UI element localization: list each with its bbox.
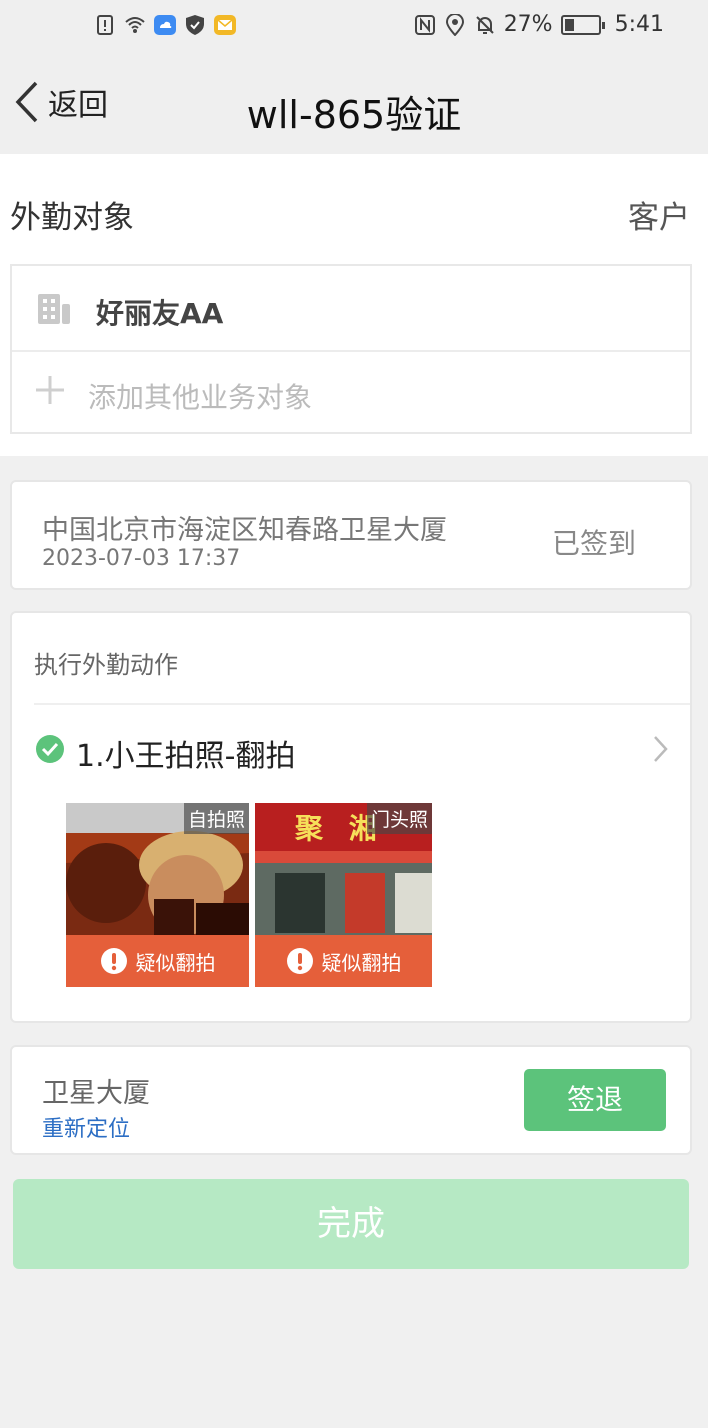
- nfc-icon: [414, 14, 435, 35]
- field-object-section: 外勤对象 客户 好丽友AA 添加其他业务对象: [0, 154, 708, 456]
- shield-icon: [186, 15, 204, 35]
- alert-icon: [100, 948, 127, 974]
- page-title: wll-865验证: [246, 93, 462, 137]
- alert-icon: [286, 948, 313, 974]
- customer-row[interactable]: 好丽友AA: [12, 266, 690, 352]
- warning-text: 疑似翻拍: [321, 950, 402, 975]
- status-bar: 27% 5:41: [0, 0, 708, 56]
- battery-level-fill: [564, 18, 574, 31]
- add-object-row[interactable]: 添加其他业务对象: [12, 352, 690, 434]
- object-type: 客户: [628, 200, 690, 236]
- checkin-time: 2023-07-03 17:37: [42, 546, 241, 571]
- relocate-link[interactable]: 重新定位: [42, 1111, 130, 1143]
- actions-header: 执行外勤动作: [34, 651, 178, 679]
- check-circle-icon: [36, 735, 64, 763]
- add-object-placeholder: 添加其他业务对象: [88, 381, 313, 414]
- signout-card: 卫星大厦 重新定位 签退: [10, 1045, 692, 1155]
- selfie-photo[interactable]: 自拍照 疑似翻拍: [66, 803, 249, 987]
- building-icon: [38, 294, 70, 324]
- signout-button[interactable]: 签退: [524, 1069, 666, 1131]
- nav-bar: 返回 wll-865验证: [0, 56, 708, 154]
- action-item-title: 1.小王拍照-翻拍: [76, 739, 296, 774]
- action-item[interactable]: 1.小王拍照-翻拍: [12, 713, 690, 783]
- checkin-location-card: 中国北京市海淀区知春路卫星大厦 2023-07-03 17:37 已签到: [10, 480, 692, 590]
- field-object-label: 外勤对象: [10, 200, 134, 236]
- complete-button[interactable]: 完成: [13, 1179, 689, 1269]
- customer-name: 好丽友AA: [96, 297, 224, 330]
- cloud-icon: [154, 15, 176, 35]
- wifi-icon: [125, 17, 145, 33]
- object-list: 好丽友AA 添加其他业务对象: [10, 264, 692, 434]
- photo-type-tag: 门头照: [366, 803, 432, 834]
- photo-type-tag: 自拍照: [183, 803, 249, 834]
- location-icon: [445, 13, 464, 36]
- warning-banner: 疑似翻拍: [66, 935, 249, 987]
- checkin-address: 中国北京市海淀区知春路卫星大厦: [42, 515, 447, 546]
- battery-percent: 27%: [503, 12, 553, 37]
- mail-icon: [214, 15, 236, 35]
- sim-alert-icon: [97, 15, 113, 35]
- checkin-status: 已签到: [551, 527, 636, 560]
- divider: [34, 703, 690, 705]
- battery-icon: [560, 14, 605, 35]
- status-right: 27% 5:41: [414, 12, 664, 37]
- clock: 5:41: [614, 12, 664, 37]
- storefront-photo[interactable]: 聚 湘 门头照 疑似翻拍: [255, 803, 432, 987]
- plus-icon: [36, 376, 64, 404]
- field-actions-card: 执行外勤动作 1.小王拍照-翻拍 自拍照 疑似翻拍 聚 湘 门头照 疑似翻拍: [10, 611, 692, 1023]
- warning-banner: 疑似翻拍: [255, 935, 432, 987]
- bell-muted-icon: [475, 15, 494, 34]
- current-place: 卫星大厦: [42, 1078, 150, 1109]
- chevron-right-icon: [654, 736, 668, 762]
- status-left-icons: [94, 14, 236, 36]
- warning-text: 疑似翻拍: [135, 950, 216, 975]
